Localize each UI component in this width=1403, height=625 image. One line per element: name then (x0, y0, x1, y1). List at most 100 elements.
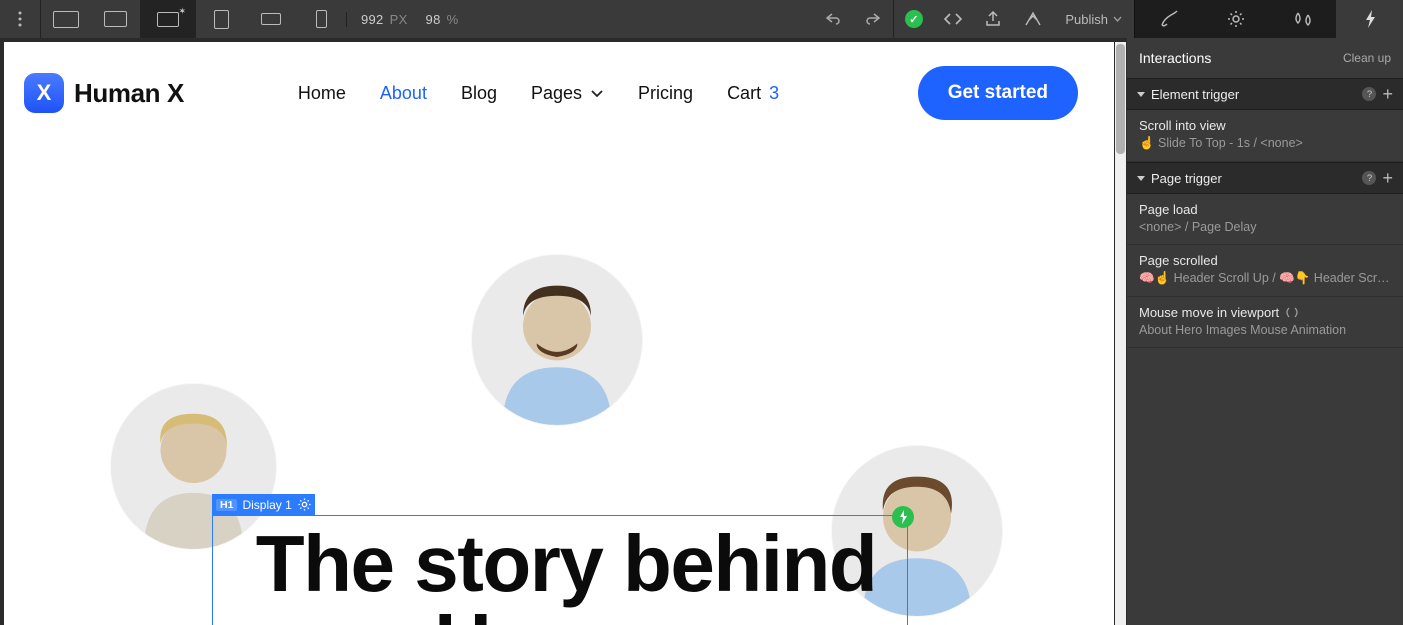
redo-icon (865, 12, 881, 26)
scrollbar-thumb[interactable] (1116, 44, 1125, 154)
trigger-title: Page scrolled (1139, 253, 1391, 268)
trigger-detail: 🧠☝️ Header Scroll Up / 🧠👇 Header Scro… (1139, 271, 1391, 286)
brush-icon (1159, 10, 1179, 28)
caret-down-icon (1137, 92, 1145, 97)
canvas-zoom-value: 98 (426, 12, 441, 27)
canvas-width-value: 992 (361, 12, 384, 27)
breakpoint-lg-button[interactable] (90, 0, 140, 38)
person-icon (472, 255, 642, 425)
nav-list: Home About Blog Pages Pricing Cart 3 (298, 83, 779, 104)
redo-button[interactable] (853, 0, 893, 38)
canvas-scrollbar[interactable] (1115, 42, 1126, 625)
trigger-scroll-into-view[interactable]: Scroll into view ☝️ Slide To Top - 1s / … (1127, 110, 1403, 162)
publish-button[interactable]: Publish (1053, 12, 1134, 27)
publish-label: Publish (1065, 12, 1108, 27)
nav-about[interactable]: About (380, 83, 427, 104)
panel-title: Interactions (1139, 50, 1211, 66)
help-icon[interactable]: ? (1362, 171, 1376, 185)
mouse-interaction-icon (1285, 307, 1299, 319)
droplets-icon (1292, 11, 1314, 27)
audit-icon (1024, 11, 1042, 27)
trigger-title: Page load (1139, 202, 1391, 217)
tablet-icon (214, 10, 229, 29)
audit-button[interactable] (1013, 0, 1053, 38)
status-ok-button[interactable] (893, 0, 933, 38)
monitor-icon (53, 11, 79, 28)
share-icon (984, 11, 1002, 27)
mobile-landscape-icon (261, 13, 281, 25)
code-icon (943, 12, 963, 26)
settings-panel-tab[interactable] (1202, 0, 1269, 38)
nav-pages[interactable]: Pages (531, 83, 604, 104)
trigger-page-load[interactable]: Page load <none> / Page Delay (1127, 194, 1403, 245)
panel-header: Interactions Clean up (1127, 38, 1403, 78)
trigger-page-scrolled[interactable]: Page scrolled 🧠☝️ Header Scroll Up / 🧠👇 … (1127, 245, 1403, 297)
undo-button[interactable] (813, 0, 853, 38)
interaction-badge[interactable] (892, 506, 914, 528)
nav-blog[interactable]: Blog (461, 83, 497, 104)
monitor-icon (104, 11, 127, 27)
canvas-zoom-unit: % (447, 12, 459, 27)
hero-avatar-center[interactable] (472, 255, 642, 425)
breakpoint-xl-button[interactable] (40, 0, 90, 38)
breakpoint-tablet-button[interactable] (196, 0, 246, 38)
trigger-mouse-move[interactable]: Mouse move in viewport About Hero Images… (1127, 297, 1403, 348)
gear-icon (1227, 10, 1245, 28)
lightning-icon (1363, 9, 1377, 29)
logo-text: Human X (74, 78, 184, 109)
checkmark-icon (905, 10, 923, 28)
chevron-down-icon (590, 89, 604, 98)
nav-pages-label: Pages (531, 83, 582, 104)
gear-icon (298, 498, 311, 511)
element-trigger-section[interactable]: Element trigger ? + (1127, 78, 1403, 110)
preview-canvas[interactable]: X Human X Home About Blog Pages Pricing … (4, 42, 1114, 625)
selection-tag[interactable]: H1 Display 1 (212, 494, 296, 515)
menu-button[interactable] (0, 0, 40, 38)
trigger-detail: About Hero Images Mouse Animation (1139, 323, 1391, 337)
element-trigger-label: Element trigger (1151, 87, 1356, 102)
nav-pricing[interactable]: Pricing (638, 83, 693, 104)
nav-home[interactable]: Home (298, 83, 346, 104)
trigger-title: Scroll into view (1139, 118, 1391, 133)
nav-cart[interactable]: Cart 3 (727, 83, 779, 104)
canvas-width-unit: PX (390, 12, 408, 27)
selection-settings-button[interactable] (294, 494, 315, 515)
top-toolbar: ✶ 992 PX 98 % (0, 0, 1403, 38)
trigger-detail: ☝️ Slide To Top - 1s / <none> (1139, 136, 1391, 151)
undo-icon (825, 12, 841, 26)
page-trigger-section[interactable]: Page trigger ? + (1127, 162, 1403, 194)
chevron-down-icon (1113, 16, 1122, 22)
help-icon[interactable]: ? (1362, 87, 1376, 101)
cart-count: 3 (769, 83, 779, 104)
hero-heading[interactable]: The story behind Human (226, 525, 906, 625)
star-icon: ✶ (178, 6, 186, 17)
code-export-button[interactable] (933, 0, 973, 38)
logo-mark: X (24, 73, 64, 113)
mobile-icon (316, 10, 327, 28)
site-logo[interactable]: X Human X (24, 73, 184, 113)
trigger-title: Mouse move in viewport (1139, 305, 1391, 320)
lightning-icon (898, 510, 908, 524)
breakpoint-base-button[interactable]: ✶ (140, 0, 196, 38)
selection-class-name: Display 1 (242, 498, 291, 512)
breakpoint-mobile-landscape-button[interactable] (246, 0, 296, 38)
site-navbar: X Human X Home About Blog Pages Pricing … (4, 42, 1114, 120)
caret-down-icon (1137, 176, 1145, 181)
style-panel-tab[interactable] (1135, 0, 1202, 38)
canvas-width-display[interactable]: 992 PX 98 % (346, 12, 472, 27)
interactions-panel-tab[interactable] (1336, 0, 1403, 38)
add-page-trigger-button[interactable]: + (1382, 168, 1393, 189)
monitor-icon (157, 12, 179, 27)
hero-section: The story behind Human H1 Display 1 (4, 120, 1114, 625)
kebab-icon (18, 11, 22, 27)
nav-cart-label: Cart (727, 83, 761, 104)
get-started-button[interactable]: Get started (918, 66, 1078, 120)
breakpoint-mobile-button[interactable] (296, 0, 346, 38)
page-trigger-label: Page trigger (1151, 171, 1356, 186)
selection-element-type: H1 (216, 499, 237, 511)
clean-up-button[interactable]: Clean up (1343, 51, 1391, 65)
style-manager-tab[interactable] (1269, 0, 1336, 38)
canvas-area: X Human X Home About Blog Pages Pricing … (0, 38, 1127, 625)
add-element-trigger-button[interactable]: + (1382, 84, 1393, 105)
share-button[interactable] (973, 0, 1013, 38)
